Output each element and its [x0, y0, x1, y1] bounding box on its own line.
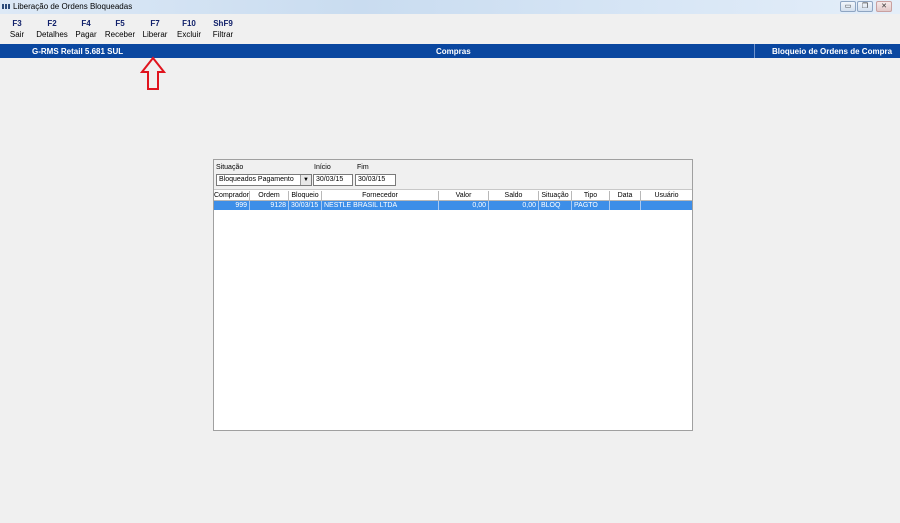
shortcut-key: F3	[12, 19, 22, 28]
shortcut-key: F5	[115, 19, 125, 28]
column-header-ordem[interactable]: Ordem	[250, 191, 289, 200]
restore-button[interactable]: ❐	[857, 1, 873, 12]
toolbar-label: Detalhes	[36, 30, 68, 39]
toolbar-label: Filtrar	[212, 30, 234, 39]
situacao-select[interactable]: Bloqueados Pagamento ▼	[216, 174, 312, 186]
shortcut-key: F2	[47, 19, 57, 28]
cell-data	[610, 201, 641, 210]
app-icon	[2, 4, 10, 9]
screen-name: Bloqueio de Ordens de Compra	[772, 47, 893, 56]
up-arrow-icon	[140, 56, 166, 90]
status-bar: G-RMS Retail 5.681 SUL Compras Bloqueio …	[0, 44, 900, 58]
shortcut-key: F4	[81, 19, 91, 28]
shortcut-key: F10	[182, 19, 196, 28]
cell-fornecedor: NESTLE BRASIL LTDA	[322, 201, 439, 210]
inicio-date-field[interactable]: 30/03/15	[313, 174, 353, 186]
cell-comprador: 999	[214, 201, 250, 210]
toolbar-button-liberar[interactable]: F7 Liberar	[140, 18, 170, 40]
cell-valor: 0,00	[439, 201, 489, 210]
situacao-value: Bloqueados Pagamento	[219, 176, 294, 183]
toolbar-button-receber[interactable]: F5 Receber	[104, 18, 136, 40]
window-title-bar: Liberação de Ordens Bloqueadas ▭ ❐ ✕	[0, 0, 900, 14]
table-row[interactable]: 999 9128 30/03/15 NESTLE BRASIL LTDA 0,0…	[214, 201, 692, 210]
situacao-label: Situação	[216, 164, 244, 171]
filter-area: Situação Bloqueados Pagamento ▼ Início 3…	[214, 160, 692, 190]
window-title: Liberação de Ordens Bloqueadas	[13, 2, 133, 11]
toolbar-button-filtrar[interactable]: ShF9 Filtrar	[210, 18, 236, 40]
toolbar-label: Receber	[104, 30, 136, 39]
toolbar-label: Sair	[9, 30, 25, 39]
module-name: Compras	[436, 47, 471, 56]
cell-usuario	[641, 201, 692, 210]
column-header-fornecedor[interactable]: Fornecedor	[322, 191, 439, 200]
cell-situacao: BLOQ	[539, 201, 572, 210]
orders-panel: Situação Bloqueados Pagamento ▼ Início 3…	[213, 159, 693, 431]
cell-ordem: 9128	[250, 201, 289, 210]
toolbar-button-detalhes[interactable]: F2 Detalhes	[35, 18, 69, 40]
chevron-down-icon[interactable]: ▼	[300, 175, 311, 185]
cell-bloqueio: 30/03/15	[289, 201, 322, 210]
fim-value: 30/03/15	[358, 176, 386, 183]
column-header-situacao[interactable]: Situação	[539, 191, 572, 200]
inicio-value: 30/03/15	[316, 176, 344, 183]
shortcut-key: ShF9	[213, 19, 233, 28]
column-header-tipo[interactable]: Tipo	[572, 191, 610, 200]
close-button[interactable]: ✕	[876, 1, 892, 12]
column-header-saldo[interactable]: Saldo	[489, 191, 539, 200]
cell-tipo: PAGTO	[572, 201, 610, 210]
toolbar-button-sair[interactable]: F3 Sair	[6, 18, 28, 40]
column-header-usuario[interactable]: Usuário	[641, 191, 692, 200]
column-header-comprador[interactable]: Comprador	[214, 191, 250, 200]
toolbar-button-pagar[interactable]: F4 Pagar	[74, 18, 98, 40]
fim-date-field[interactable]: 30/03/15	[355, 174, 396, 186]
toolbar-label: Excluir	[176, 30, 201, 39]
inicio-label: Início	[314, 164, 331, 171]
status-bar-divider	[754, 44, 755, 58]
cell-saldo: 0,00	[489, 201, 539, 210]
column-header-valor[interactable]: Valor	[439, 191, 489, 200]
toolbar-label: Liberar	[142, 30, 168, 39]
shortcut-key: F7	[150, 19, 160, 28]
toolbar-button-excluir[interactable]: F10 Excluir	[175, 18, 203, 40]
toolbar-label: Pagar	[75, 30, 97, 39]
column-header-data[interactable]: Data	[610, 191, 641, 200]
minimize-button[interactable]: ▭	[840, 1, 856, 12]
fim-label: Fim	[357, 164, 369, 171]
system-name: G-RMS Retail 5.681 SUL	[32, 47, 124, 56]
column-header-bloqueio[interactable]: Bloqueio	[289, 191, 322, 200]
